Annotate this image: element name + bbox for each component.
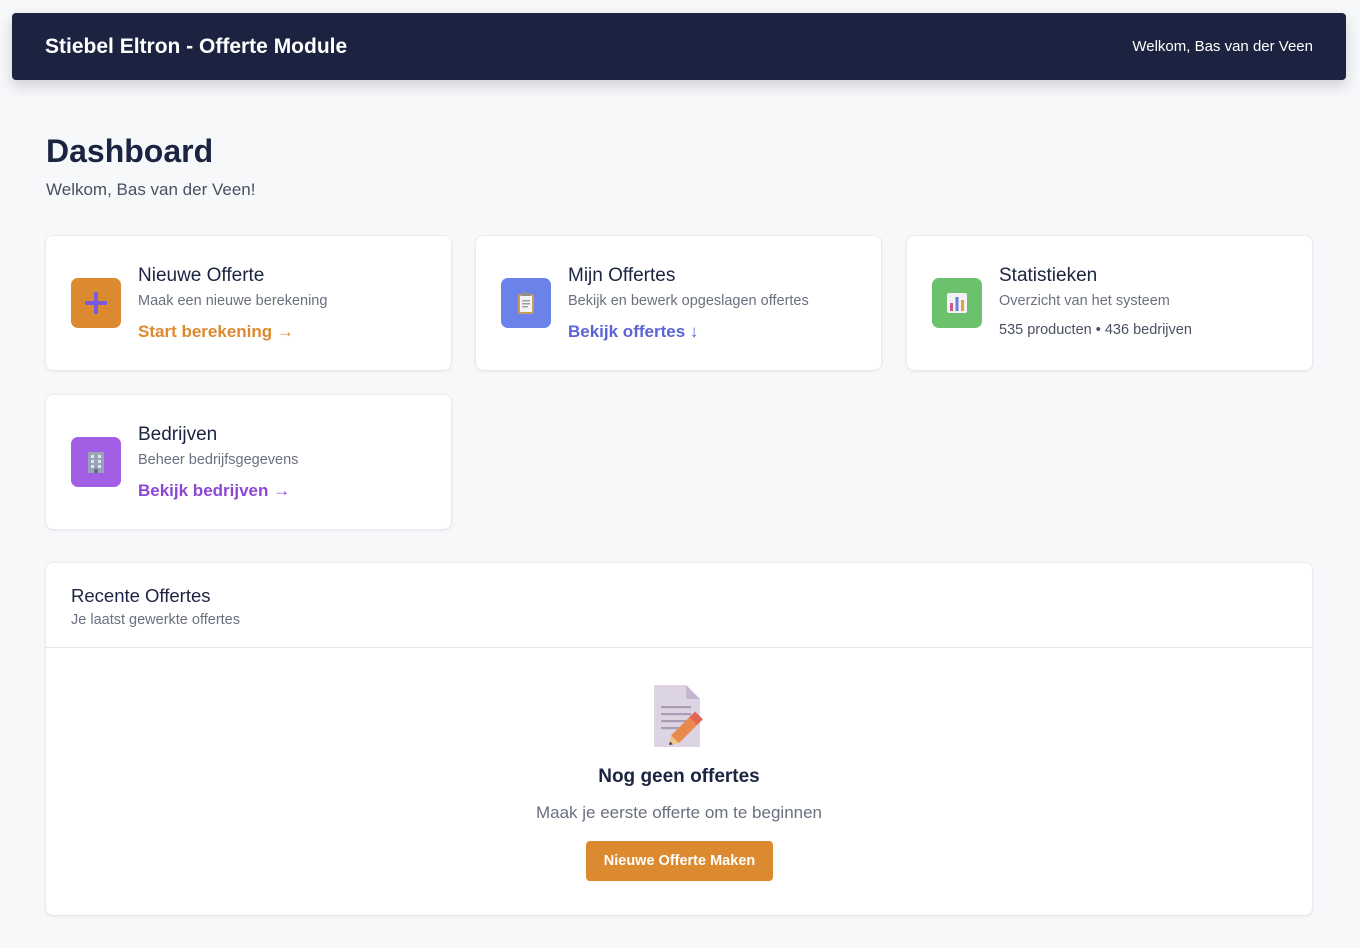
card-description: Overzicht van het systeem [999, 293, 1170, 309]
panel-subtitle: Je laatst gewerkte offertes [71, 612, 240, 628]
empty-state-title: Nog geen offertes [598, 766, 760, 787]
card-statistieken: Statistieken Overzicht van het systeem 5… [907, 236, 1312, 370]
page-subtitle: Welkom, Bas van der Veen! [46, 180, 256, 199]
recent-offertes-panel: Recente Offertes Je laatst gewerkte offe… [46, 563, 1312, 915]
bekijk-offertes-link[interactable]: Bekijk offertes ↓ [568, 322, 698, 342]
card-description: Maak een nieuwe berekening [138, 293, 328, 309]
top-navigation-bar: Stiebel Eltron - Offerte Module Welkom, … [12, 13, 1346, 80]
clipboard-icon [501, 278, 551, 328]
panel-title: Recente Offertes [71, 585, 211, 606]
start-berekening-link[interactable]: Start berekening → [138, 322, 294, 342]
page-title: Dashboard [46, 133, 214, 169]
bekijk-bedrijven-link[interactable]: Bekijk bedrijven → [138, 481, 290, 501]
card-title: Statistieken [999, 265, 1098, 286]
user-greeting: Welkom, Bas van der Veen [1132, 38, 1313, 55]
card-description: Beheer bedrijfsgegevens [138, 452, 299, 468]
card-bedrijven[interactable]: Bedrijven Beheer bedrijfsgegevens Bekijk… [46, 395, 451, 529]
document-pencil-icon [650, 683, 710, 749]
plus-icon [71, 278, 121, 328]
nieuwe-offerte-maken-button[interactable]: Nieuwe Offerte Maken [586, 841, 773, 881]
panel-header: Recente Offertes Je laatst gewerkte offe… [46, 563, 1312, 648]
card-nieuwe-offerte[interactable]: Nieuwe Offerte Maak een nieuwe berekenin… [46, 236, 451, 370]
card-description: Bekijk en bewerk opgeslagen offertes [568, 293, 809, 309]
card-title: Mijn Offertes [568, 265, 676, 286]
card-mijn-offertes[interactable]: Mijn Offertes Bekijk en bewerk opgeslage… [476, 236, 881, 370]
app-title[interactable]: Stiebel Eltron - Offerte Module [45, 35, 347, 59]
bar-chart-icon [932, 278, 982, 328]
card-title: Nieuwe Offerte [138, 265, 265, 286]
office-building-icon [71, 437, 121, 487]
system-stats: 535 producten • 436 bedrijven [999, 322, 1192, 338]
card-title: Bedrijven [138, 424, 218, 445]
empty-state-description: Maak je eerste offerte om te beginnen [535, 803, 823, 822]
